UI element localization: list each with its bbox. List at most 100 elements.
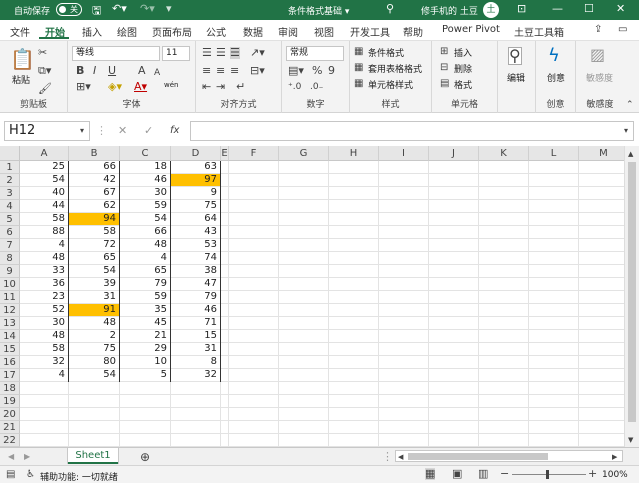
column-header[interactable]: F	[229, 146, 279, 161]
cell[interactable]: 79	[120, 278, 170, 290]
row-header[interactable]: 13	[0, 317, 20, 330]
underline-button[interactable]: U	[108, 65, 116, 77]
row-header[interactable]: 19	[0, 395, 20, 408]
cell[interactable]: 4	[20, 369, 68, 381]
cell[interactable]: 42	[69, 174, 119, 186]
percent-style-button[interactable]: %	[312, 65, 322, 77]
search-icon[interactable]: ⚲	[386, 2, 394, 15]
row-header[interactable]: 1	[0, 161, 20, 174]
cell[interactable]: 65	[120, 265, 170, 277]
cell[interactable]: 32	[20, 356, 68, 368]
cell[interactable]: 91	[69, 304, 119, 316]
lightning-icon[interactable]: ϟ	[548, 47, 560, 65]
tab-view[interactable]: 视图	[314, 24, 334, 39]
column-header[interactable]: E	[221, 146, 229, 161]
page-layout-view-icon[interactable]: ▣	[452, 468, 462, 480]
grow-font-button[interactable]: A	[138, 65, 146, 77]
cell[interactable]: 48	[20, 330, 68, 342]
align-right-icon[interactable]: ≡	[230, 65, 239, 77]
cell[interactable]: 97	[171, 174, 220, 186]
scroll-right-icon[interactable]: ▶	[612, 451, 617, 463]
merge-center-icon[interactable]: ⊟▾	[250, 65, 265, 77]
comments-icon[interactable]: ▭	[618, 24, 627, 35]
column-header[interactable]: A	[20, 146, 69, 161]
align-top-icon[interactable]: ☰	[202, 47, 212, 59]
decrease-decimal-icon[interactable]: .0₋	[310, 81, 323, 93]
cell[interactable]: 53	[171, 239, 220, 251]
row-header[interactable]: 22	[0, 434, 20, 447]
increase-indent-icon[interactable]: ⇥	[216, 81, 225, 93]
cell[interactable]: 65	[69, 252, 119, 264]
row-header[interactable]: 4	[0, 200, 20, 213]
cell[interactable]: 58	[69, 226, 119, 238]
column-header[interactable]: L	[529, 146, 579, 161]
row-header[interactable]: 20	[0, 408, 20, 421]
tab-insert[interactable]: 插入	[82, 24, 102, 39]
row-header[interactable]: 14	[0, 330, 20, 343]
insert-function-button[interactable]: fx	[170, 125, 179, 137]
share-icon[interactable]: ⇪	[594, 24, 602, 35]
row-header[interactable]: 7	[0, 239, 20, 252]
align-left-icon[interactable]: ≡	[202, 65, 211, 77]
cell[interactable]: 54	[69, 265, 119, 277]
column-header[interactable]: H	[329, 146, 379, 161]
prev-sheet-icon[interactable]: ◀	[8, 451, 14, 463]
document-title[interactable]: 条件格式基础 ▾	[288, 4, 349, 17]
cell[interactable]: 18	[120, 161, 170, 173]
confirm-edit-icon[interactable]: ✓	[144, 125, 153, 137]
normal-view-icon[interactable]: ▦	[425, 468, 436, 480]
editing-button-label[interactable]: 编辑	[507, 71, 525, 84]
expand-formula-bar-icon[interactable]: ▾	[624, 125, 628, 137]
row-header[interactable]: 21	[0, 421, 20, 434]
cell[interactable]: 4	[120, 252, 170, 264]
delete-cells-button[interactable]: 删除	[454, 62, 472, 75]
cell[interactable]: 35	[120, 304, 170, 316]
row-header[interactable]: 3	[0, 187, 20, 200]
horizontal-scrollbar[interactable]: ◀ ▶	[395, 450, 623, 462]
cell[interactable]: 74	[171, 252, 220, 264]
scroll-up-icon[interactable]: ▲	[628, 148, 633, 160]
close-icon[interactable]: ✕	[616, 2, 625, 15]
cell[interactable]: 33	[20, 265, 68, 277]
cell[interactable]: 62	[69, 200, 119, 212]
row-header[interactable]: 10	[0, 278, 20, 291]
new-sheet-icon[interactable]: ⊕	[140, 451, 150, 463]
align-center-icon[interactable]: ≡	[216, 65, 225, 77]
cell[interactable]: 59	[120, 291, 170, 303]
cell[interactable]: 25	[20, 161, 68, 173]
ribbon-display-icon[interactable]: ⊡	[517, 2, 526, 15]
cell[interactable]: 43	[171, 226, 220, 238]
scroll-down-icon[interactable]: ▼	[628, 434, 633, 446]
borders-icon[interactable]: ⊞▾	[76, 81, 91, 93]
cell[interactable]: 23	[20, 291, 68, 303]
cell[interactable]: 48	[69, 317, 119, 329]
formula-input[interactable]	[190, 121, 634, 141]
cell[interactable]: 29	[120, 343, 170, 355]
italic-button[interactable]: I	[93, 65, 96, 77]
minimize-icon[interactable]: —	[552, 2, 563, 15]
cell[interactable]: 64	[171, 213, 220, 225]
save-icon[interactable]: 🖫	[92, 2, 101, 21]
cut-icon[interactable]: ✂	[38, 47, 47, 59]
cell[interactable]: 72	[69, 239, 119, 251]
tab-page-layout[interactable]: 页面布局	[152, 24, 192, 39]
create-button-label[interactable]: 创意	[547, 71, 565, 84]
cell[interactable]: 54	[20, 174, 68, 186]
font-size-select[interactable]: 11	[162, 46, 190, 61]
cancel-edit-icon[interactable]: ✕	[118, 125, 127, 137]
sensitivity-button-label[interactable]: 敏感度	[586, 71, 613, 84]
shrink-font-button[interactable]: A	[154, 67, 160, 79]
cell-styles-button[interactable]: 单元格样式	[368, 78, 413, 91]
cell[interactable]: 54	[120, 213, 170, 225]
column-header[interactable]: M	[579, 146, 624, 161]
cell[interactable]: 75	[69, 343, 119, 355]
cell[interactable]: 2	[69, 330, 119, 342]
worksheet-grid[interactable]: A B C D E F G H I J K L M 1 2 3 4 5 6 7 8 9 10 11 12 13 14 15 16 17 18…	[0, 146, 624, 447]
accessibility-status[interactable]: 辅助功能: 一切就绪	[40, 470, 118, 483]
cell[interactable]: 48	[20, 252, 68, 264]
collapse-ribbon-icon[interactable]: ⌃	[626, 99, 634, 111]
align-bottom-icon[interactable]: ☰	[230, 47, 240, 59]
increase-decimal-icon[interactable]: ⁺.0	[288, 81, 301, 93]
conditional-formatting-button[interactable]: 条件格式	[368, 46, 404, 59]
autosave-toggle[interactable]: 关	[56, 3, 82, 16]
